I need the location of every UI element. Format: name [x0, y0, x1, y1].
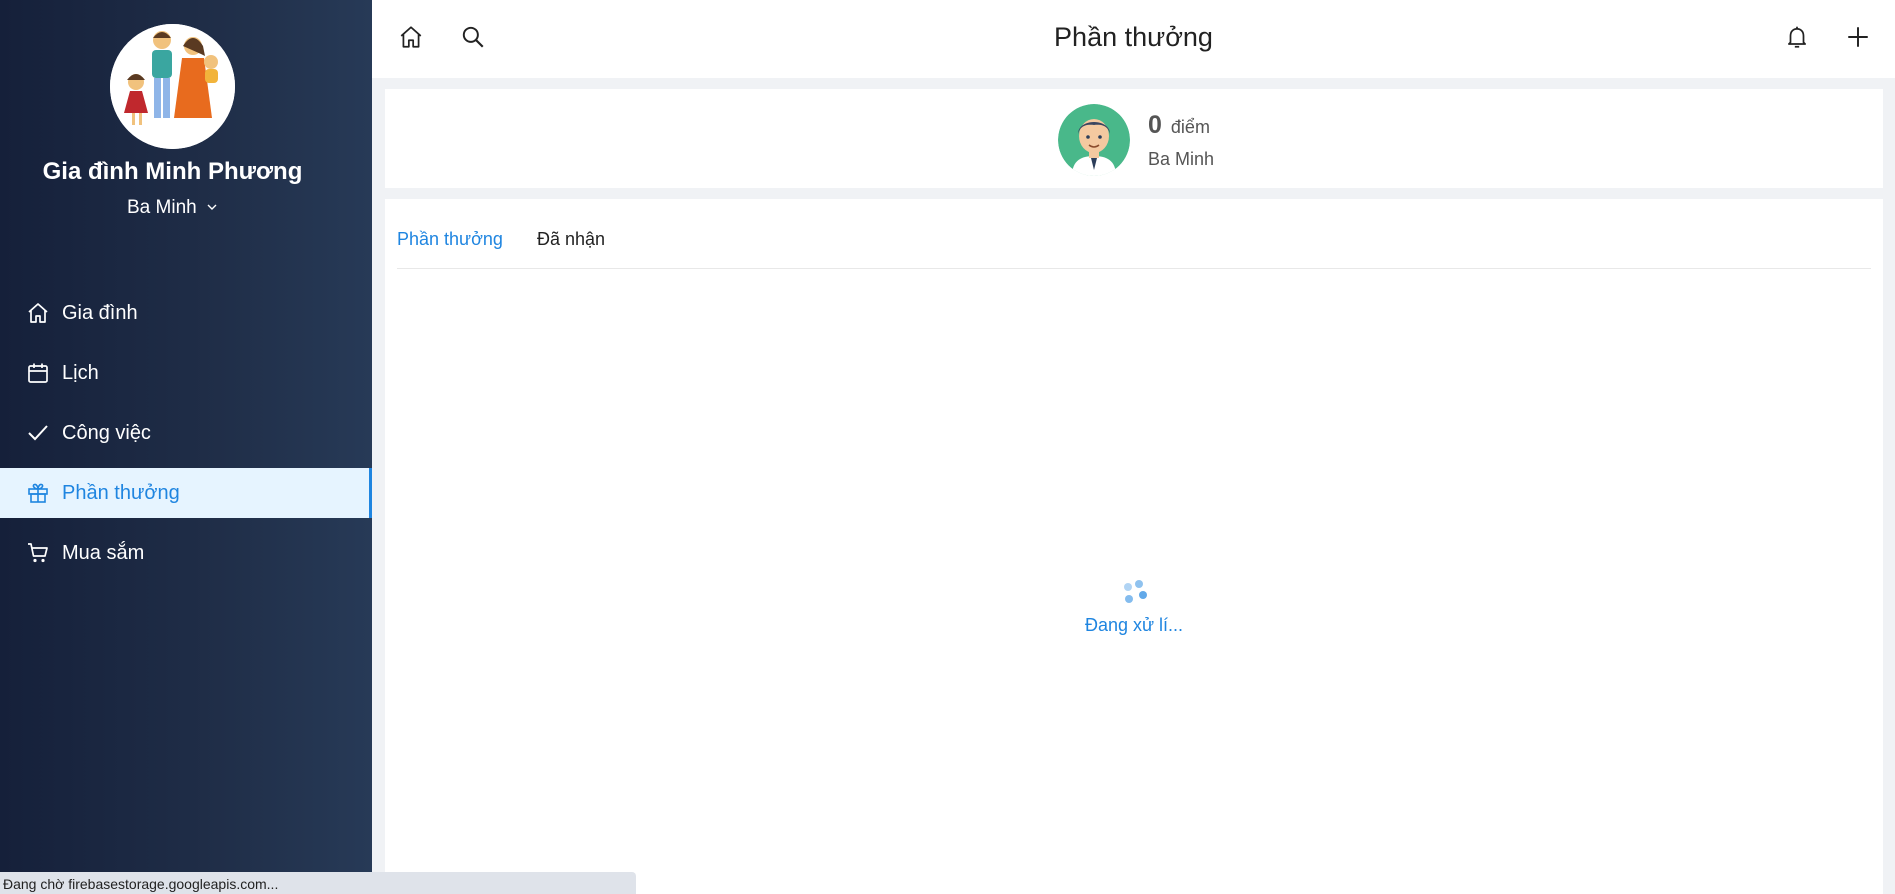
sidebar-item-rewards[interactable]: Phần thưởng	[0, 468, 372, 518]
points-unit: điểm	[1170, 117, 1210, 137]
gift-icon	[26, 481, 50, 505]
loading-text: Đang xử lí...	[1084, 615, 1184, 635]
cart-icon	[26, 541, 50, 565]
tab-bar: Phần thưởng Đã nhận	[397, 199, 1871, 269]
calendar-icon	[26, 361, 50, 385]
loading-indicator: Đang xử lí...	[385, 579, 1883, 636]
notifications-button[interactable]	[1782, 24, 1812, 54]
home-icon	[26, 301, 50, 325]
chevron-down-icon	[206, 197, 218, 219]
user-avatar	[1058, 104, 1130, 176]
sidebar-item-tasks[interactable]: Công việc	[0, 408, 372, 458]
spinner-icon	[1119, 579, 1149, 609]
sidebar-item-label: Lịch	[62, 361, 99, 384]
rewards-panel: Phần thưởng Đã nhận Đang xử lí...	[385, 199, 1883, 894]
sidebar-item-label: Mua sắm	[62, 541, 145, 564]
points-display: 0 điểm	[1148, 111, 1210, 140]
sidebar-item-shopping[interactable]: Mua sắm	[0, 528, 372, 578]
family-illustration-icon	[110, 24, 235, 149]
sidebar-item-label: Phần thưởng	[62, 481, 180, 504]
man-avatar-icon	[1058, 104, 1130, 176]
add-button[interactable]	[1843, 24, 1873, 54]
sidebar-item-label: Công việc	[62, 421, 151, 444]
family-avatar[interactable]	[110, 24, 235, 149]
user-name: Ba Minh	[1148, 149, 1215, 169]
sidebar-item-family[interactable]: Gia đình	[0, 288, 372, 338]
check-icon	[26, 421, 50, 445]
sidebar-item-calendar[interactable]: Lịch	[0, 348, 372, 398]
member-switcher[interactable]: Ba Minh	[0, 197, 345, 219]
browser-status-bar: Đang chờ firebasestorage.googleapis.com.…	[0, 872, 636, 894]
top-header: Phần thưởng	[372, 0, 1895, 78]
plus-icon	[1845, 24, 1871, 55]
sidebar: Gia đình Minh Phương Ba Minh Gia đình Lị…	[0, 0, 372, 894]
points-card: 0 điểm Ba Minh	[385, 89, 1883, 188]
points-value: 0	[1148, 111, 1162, 139]
member-name: Ba Minh	[127, 197, 197, 219]
family-name: Gia đình Minh Phương	[42, 158, 303, 185]
tab-received[interactable]: Đã nhận	[537, 229, 605, 250]
sidebar-item-label: Gia đình	[62, 301, 138, 324]
tab-rewards[interactable]: Phần thưởng	[397, 229, 503, 250]
sidebar-nav: Gia đình Lịch Công việc Phần thưởng Mua …	[0, 288, 372, 588]
bell-icon	[1784, 24, 1810, 55]
page-title: Phần thưởng	[1054, 22, 1213, 52]
